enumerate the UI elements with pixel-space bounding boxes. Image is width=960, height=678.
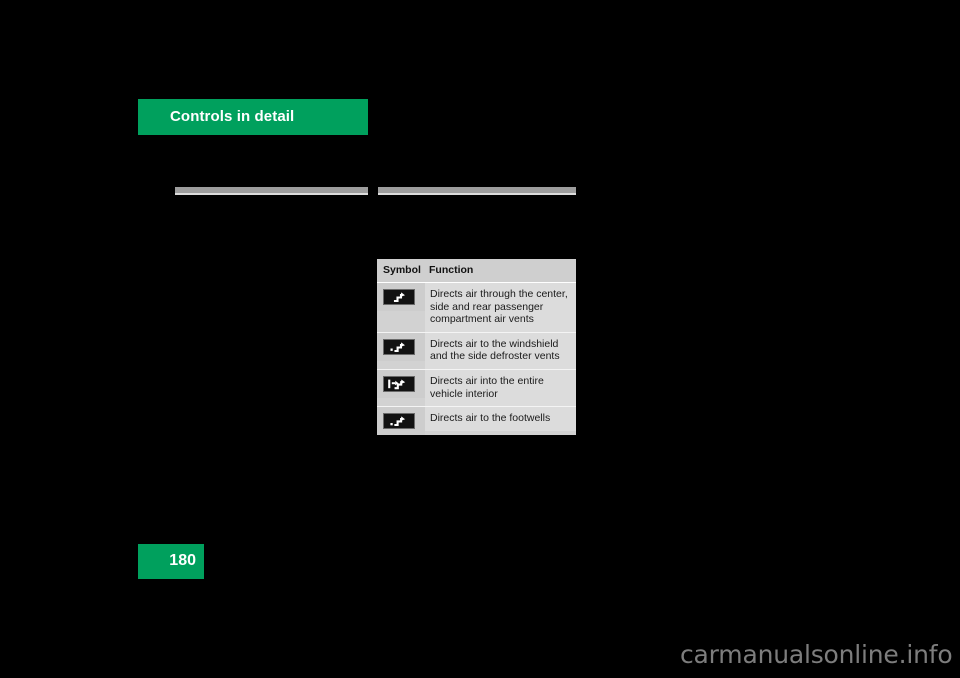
column-header-symbol: Symbol [383,264,421,276]
footwell-airflow-icon [383,413,415,430]
center-vents-airflow-icon [383,289,415,305]
page-number-box: 180 [138,544,204,579]
table-row: Directs air through the center, side and… [377,283,576,333]
entire-interior-airflow-icon [383,375,415,392]
page-title: Controls in detail [170,108,295,125]
airflow-function-table: Symbol Function Directs air through the … [377,259,576,436]
symbol-cell [377,369,425,398]
function-description: Directs air to the footwells [425,407,576,431]
site-watermark: carmanualsonline.info [680,640,953,669]
right-column-rule [378,187,576,195]
page-number: 180 [169,552,196,569]
left-column-rule [175,187,368,195]
column-header-function: Function [429,264,474,276]
function-description: Directs air to the windshield and the si… [425,332,576,369]
table-row: Directs air into the entire vehicle inte… [377,369,576,408]
symbol-cell [377,332,425,361]
function-description: Directs air into the entire vehicle inte… [425,369,576,407]
table-header-row: Symbol Function [377,259,576,283]
symbol-cell [377,283,425,311]
symbol-cell [377,407,425,436]
function-description: Directs air through the center, side and… [425,283,576,332]
windshield-defroster-airflow-icon [383,338,415,355]
section-banner: Controls in detail [138,99,368,135]
manual-page: Controls in detail Symbol Function Direc… [0,0,960,678]
table-row: Directs air to the footwells [377,407,576,436]
table-row: Directs air to the windshield and the si… [377,332,576,370]
